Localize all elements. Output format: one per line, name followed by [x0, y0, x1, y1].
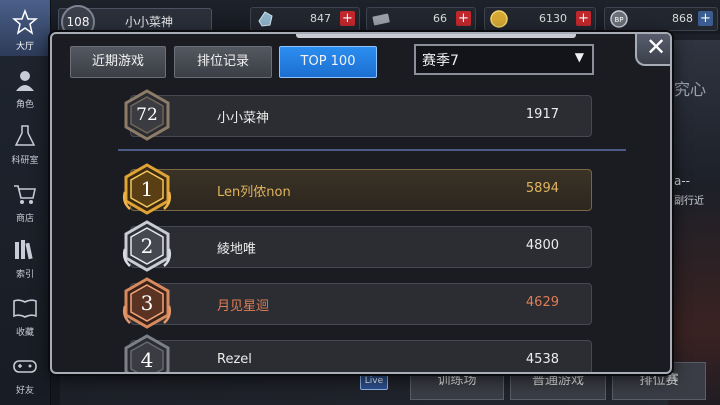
character-icon	[16, 71, 34, 91]
chevron-down-icon: ▼	[574, 50, 584, 64]
shop-cart-icon	[14, 185, 36, 204]
rank-number: 4	[140, 348, 154, 372]
sidebar-item-shop[interactable]: 商店	[0, 172, 50, 228]
player-name: 月见星迴	[217, 299, 270, 314]
index-books-icon	[15, 240, 33, 260]
resource-coin[interactable]: 6130 +	[484, 7, 596, 31]
resource-ticket[interactable]: 66 +	[366, 7, 476, 31]
player-info[interactable]: 108 小小菜神	[58, 5, 212, 39]
live-badge[interactable]: Live	[360, 372, 388, 390]
sidebar-label-shop: 商店	[15, 214, 34, 224]
player-name: Len列侬non	[217, 185, 291, 200]
season-select[interactable]: 赛季7 ▼	[414, 44, 594, 75]
player-name: Rezel	[217, 352, 252, 367]
section-divider	[118, 149, 626, 151]
sidebar-label-index: 索引	[15, 270, 34, 280]
coin-value: 6130	[539, 12, 567, 25]
player-score: 4800	[525, 238, 559, 253]
tab-rank-records[interactable]: 排位记录	[174, 46, 272, 78]
sidebar-label-collection: 收藏	[15, 328, 34, 338]
left-sidebar: 大厅 角色 科研室 商店 索引 收藏 好友	[0, 0, 51, 405]
ticket-value: 66	[433, 12, 447, 25]
crystal-value: 847	[310, 12, 331, 25]
sidebar-item-hall[interactable]: 大厅	[0, 0, 50, 56]
sidebar-item-lab[interactable]: 科研室	[0, 114, 50, 170]
self-player-score: 1917	[525, 107, 559, 122]
sidebar-label-friends: 好友	[15, 386, 34, 396]
add-ticket-button[interactable]: +	[456, 11, 471, 26]
ticket-icon	[372, 13, 390, 26]
coin-icon	[490, 10, 508, 28]
add-coin-button[interactable]: +	[576, 11, 591, 26]
sidebar-label-character: 角色	[15, 100, 34, 110]
leaderboard-row[interactable]: 月见星迴 4629	[130, 283, 592, 325]
silver-rank-badge: 2	[120, 219, 174, 273]
season-selected-value: 赛季7	[422, 53, 459, 69]
player-name: 小小菜神	[125, 15, 174, 29]
sidebar-item-character[interactable]: 角色	[0, 58, 50, 114]
tab-recent-games[interactable]: 近期游戏	[70, 46, 166, 78]
add-crystal-button[interactable]: +	[340, 11, 355, 26]
friends-gamepad-icon	[13, 360, 37, 373]
player-name: 綾地唯	[217, 242, 257, 257]
sidebar-label-hall: 大厅	[15, 42, 34, 52]
resource-crystal[interactable]: 847 +	[250, 7, 360, 31]
normal-rank-badge: 4	[120, 333, 174, 372]
sidebar-item-collection[interactable]: 收藏	[0, 286, 50, 342]
right-panel-text-3: 副行近	[674, 196, 704, 207]
right-panel-text: 究心	[674, 80, 707, 99]
right-panel-text-2: a--	[674, 174, 691, 188]
add-bp-button[interactable]: +	[698, 11, 713, 26]
crystal-icon	[258, 11, 273, 27]
modal-top-accent	[296, 34, 576, 38]
bp-icon: BP	[610, 10, 628, 28]
leaderboard-row[interactable]: Len列侬non 5894	[130, 169, 592, 211]
player-score: 4538	[525, 352, 559, 367]
svg-text:BP: BP	[614, 16, 623, 24]
sidebar-item-friends[interactable]: 好友	[0, 344, 50, 400]
player-score: 4629	[525, 295, 559, 310]
sidebar-label-lab: 科研室	[11, 156, 39, 166]
leaderboard-row[interactable]: Rezel 4538	[130, 340, 592, 372]
self-rank-number: 72	[136, 105, 158, 125]
leaderboard-row[interactable]: 綾地唯 4800	[130, 226, 592, 268]
close-button[interactable]: ✕	[635, 34, 670, 66]
rank-number: 1	[140, 177, 154, 201]
resource-bp[interactable]: BP 868 +	[604, 7, 718, 31]
sidebar-item-index[interactable]: 索引	[0, 228, 50, 284]
player-score: 5894	[525, 181, 559, 196]
self-rank-badge: 72	[120, 88, 174, 142]
gold-rank-badge: 1	[120, 162, 174, 216]
rank-number: 2	[140, 234, 154, 258]
rank-number: 3	[140, 291, 154, 315]
bp-value: 868	[672, 12, 693, 25]
tab-top-100[interactable]: TOP 100	[279, 46, 377, 78]
self-rank-row[interactable]: 小小菜神 1917	[130, 95, 592, 137]
self-player-name: 小小菜神	[217, 111, 270, 126]
lab-flask-icon	[14, 125, 36, 146]
right-side-panel: 究心 a-- 副行近	[668, 40, 720, 405]
bronze-rank-badge: 3	[120, 276, 174, 330]
leaderboard-modal: 近期游戏 排位记录 TOP 100 赛季7 ▼ ✕ 小小菜神 1917 72 L…	[50, 32, 672, 374]
collection-book-icon	[13, 299, 37, 318]
hall-icon	[12, 9, 38, 35]
